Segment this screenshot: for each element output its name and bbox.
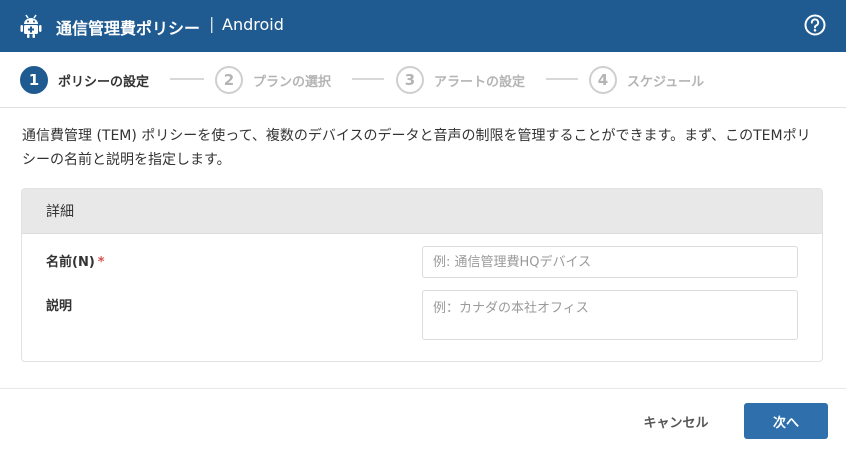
- android-icon: [20, 14, 42, 38]
- step-number: 2: [215, 66, 243, 94]
- details-panel: 詳細 名前(N)* 説明: [21, 188, 823, 362]
- step-connector: [546, 78, 578, 80]
- wizard-steps: 1 ポリシーの設定 2 プランの選択 3 アラートの設定 4 スケジュール: [0, 52, 846, 108]
- footer-divider: [0, 388, 846, 389]
- next-button[interactable]: 次へ: [744, 403, 828, 439]
- step-connector: [170, 78, 204, 80]
- step-connector: [352, 78, 384, 80]
- step-label: プランの選択: [253, 74, 332, 90]
- cancel-button[interactable]: キャンセル: [628, 403, 724, 439]
- name-input[interactable]: [422, 246, 798, 278]
- step-label: アラートの設定: [434, 74, 526, 90]
- step-number: 3: [396, 66, 424, 94]
- step-alert-settings[interactable]: 3 アラートの設定: [396, 66, 525, 94]
- name-field-label: 名前(N) *: [46, 251, 105, 270]
- step-policy-settings[interactable]: 1 ポリシーの設定: [20, 66, 149, 94]
- description-input[interactable]: [422, 290, 798, 340]
- step-plan-selection[interactable]: 2 プランの選択: [215, 66, 331, 94]
- step-label: スケジュール: [627, 74, 705, 90]
- step-number: 4: [589, 66, 617, 94]
- name-label-text: 名前(N): [46, 255, 95, 270]
- platform-label: Android: [222, 15, 284, 34]
- step-label: ポリシーの設定: [58, 74, 150, 90]
- step-number: 1: [20, 66, 48, 94]
- title-separator: |: [209, 14, 215, 33]
- details-heading: 詳細: [22, 189, 822, 234]
- policy-description-text: 通信費管理 (TEM) ポリシーを使って、複数のデバイスのデータと音声の制限を管…: [22, 128, 811, 168]
- required-marker: *: [97, 255, 105, 270]
- dialog-title: 通信管理費ポリシー: [56, 19, 201, 38]
- description-field-label: 説明: [46, 299, 73, 314]
- help-icon[interactable]: [804, 14, 826, 36]
- step-schedule[interactable]: 4 スケジュール: [589, 66, 704, 94]
- dialog-header: 通信管理費ポリシー | Android: [0, 0, 846, 52]
